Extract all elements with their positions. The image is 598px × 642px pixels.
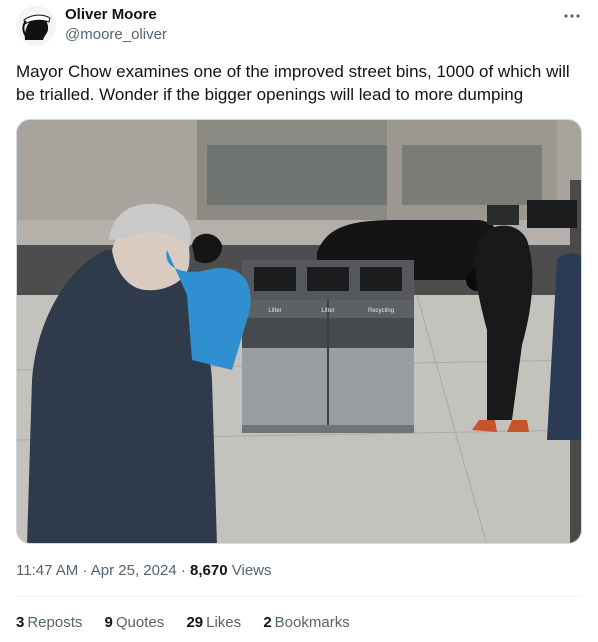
tweet-meta: 11:47 AM · Apr 25, 2024 · 8,670 Views	[16, 561, 272, 581]
reposts-count: 3	[16, 614, 25, 631]
reposts-label: Reposts	[27, 614, 83, 631]
likes-label: Likes	[206, 614, 242, 631]
tweet-time[interactable]: 11:47 AM	[16, 562, 78, 579]
divider	[16, 596, 582, 597]
bin-label: Litter	[268, 308, 281, 314]
bookmarks-count: 2	[263, 614, 272, 631]
tweet-date[interactable]: Apr 25, 2024	[91, 562, 177, 579]
bin-label: Recycling	[368, 308, 394, 314]
meta-separator: ·	[180, 562, 186, 579]
bookmarks-label: Bookmarks	[274, 614, 350, 631]
likes-stat[interactable]: 29 Likes	[186, 613, 241, 633]
more-options-icon[interactable]	[560, 6, 584, 26]
bin-label: Litter	[321, 308, 334, 314]
tweet: Oliver Moore @moore_oliver Mayor Chow ex…	[0, 0, 598, 642]
quotes-stat[interactable]: 9 Quotes	[105, 613, 165, 633]
author-name[interactable]: Oliver Moore	[65, 6, 157, 24]
tweet-photo[interactable]: Litter Litter Recycling	[16, 119, 582, 544]
views-label: Views	[231, 562, 272, 579]
reposts-stat[interactable]: 3 Reposts	[16, 613, 82, 633]
avatar[interactable]	[16, 6, 56, 46]
quotes-label: Quotes	[115, 614, 165, 631]
street-bin-photo: Litter Litter Recycling	[17, 120, 581, 543]
moor-head-avatar-icon	[16, 6, 56, 46]
quotes-count: 9	[104, 614, 113, 631]
engagement-stats: 3 Reposts 9 Quotes 29 Likes 2 Bookmarks	[16, 613, 368, 633]
bookmarks-stat[interactable]: 2 Bookmarks	[263, 613, 349, 633]
views-count: 8,670	[190, 562, 228, 579]
author-handle[interactable]: @moore_oliver	[65, 26, 167, 44]
likes-count: 29	[186, 614, 204, 631]
tweet-text: Mayor Chow examines one of the improved …	[16, 62, 570, 104]
meta-separator: ·	[82, 562, 88, 579]
